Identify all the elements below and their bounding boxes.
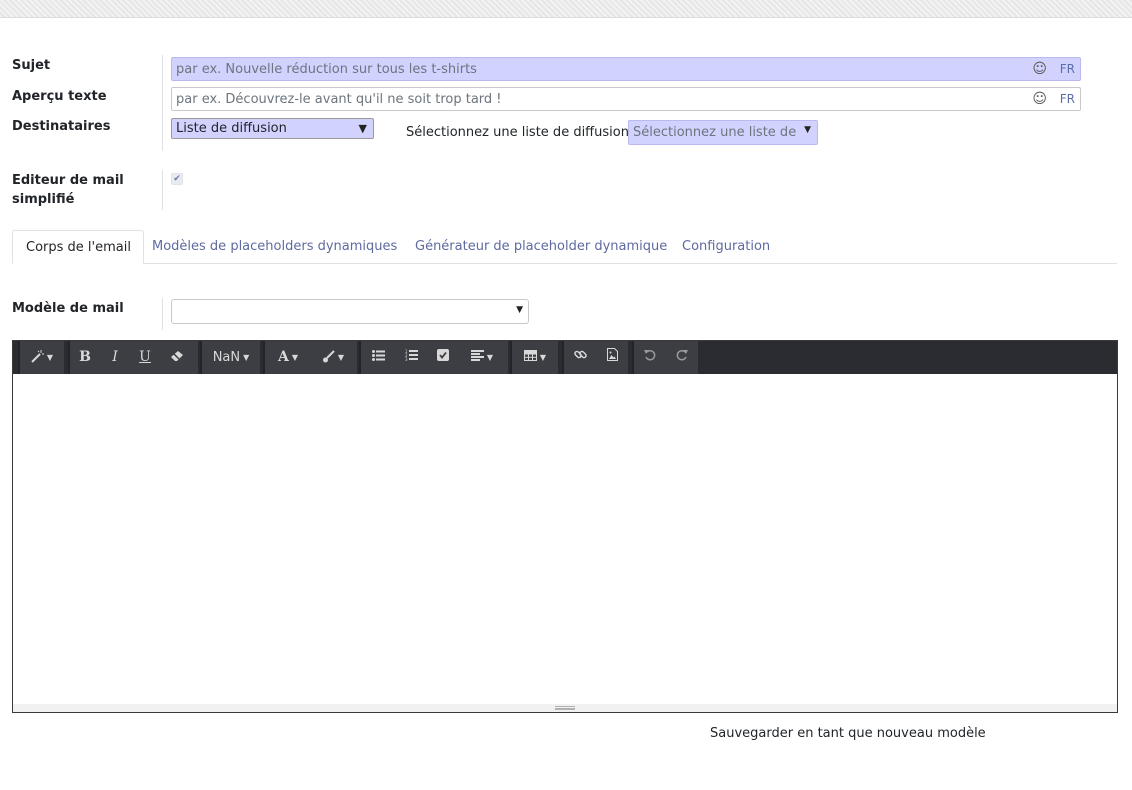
simple-editor-label-line2: simplifié: [12, 192, 75, 207]
preview-lang-button[interactable]: FR: [1060, 90, 1075, 108]
chevron-down-icon: ▼: [358, 122, 367, 135]
simple-editor-checkbox[interactable]: ✔: [171, 173, 183, 185]
label-separator: [162, 298, 163, 330]
magic-wand-icon[interactable]: ▼: [20, 341, 64, 374]
align-icon[interactable]: ▼: [459, 341, 505, 374]
bold-icon[interactable]: B: [70, 341, 100, 374]
underline-icon[interactable]: U: [130, 341, 160, 374]
font-color-icon[interactable]: A ▼: [265, 341, 311, 374]
preview-text-input[interactable]: par ex. Découvrez-le avant qu'il ne soit…: [171, 87, 1081, 111]
font-size-icon[interactable]: NaN ▼: [202, 341, 260, 374]
toolbar-group-history: [632, 341, 698, 374]
recipients-select[interactable]: Liste de diffusion ▼: [171, 118, 374, 139]
label-separator: [162, 55, 163, 151]
mailing-list-input[interactable]: Sélectionnez une liste de diffusion ▼: [628, 120, 818, 145]
svg-text:3: 3: [405, 357, 408, 361]
subject-input[interactable]: par ex. Nouvelle réduction sur tous les …: [171, 57, 1081, 81]
toolbar-group-color: A ▼ ▼: [263, 341, 357, 374]
save-as-template-link[interactable]: Sauvegarder en tant que nouveau modèle: [710, 725, 986, 742]
font-color-glyph: A: [277, 349, 289, 365]
preview-placeholder: par ex. Découvrez-le avant qu'il ne soit…: [176, 92, 502, 107]
top-ribbon: [0, 0, 1132, 18]
toolbar-group-size: NaN ▼: [200, 341, 260, 374]
mail-template-label: Modèle de mail: [12, 301, 124, 316]
tab-dynamic-placeholder-templates[interactable]: Modèles de placeholders dynamiques: [139, 230, 409, 263]
mail-template-select[interactable]: ▼: [171, 299, 529, 324]
toolbar-group-insert: [562, 341, 628, 374]
label-separator: [162, 170, 163, 210]
preview-label: Aperçu texte: [12, 89, 107, 104]
numbered-list-icon[interactable]: 123: [395, 341, 427, 374]
toolbar-group-paragraph: 123 ▼: [359, 341, 508, 374]
toolbar-group-font: B I U: [68, 341, 198, 374]
editor-resize-handle[interactable]: [13, 704, 1117, 712]
undo-icon[interactable]: [634, 341, 666, 374]
grip-icon[interactable]: [555, 706, 575, 710]
mailing-list-label: Sélectionnez une liste de diffusion: [406, 125, 629, 140]
toolbar-group-table: ▼: [510, 341, 558, 374]
checklist-icon[interactable]: [427, 341, 459, 374]
simple-editor-label-line1: Editeur de mail: [12, 173, 124, 188]
subject-label: Sujet: [12, 58, 51, 73]
recipients-label: Destinataires: [12, 119, 111, 134]
html-editor: ▼ B I U NaN ▼ A ▼ ▼ 123 ▼ ▼: [12, 340, 1118, 713]
table-icon[interactable]: ▼: [512, 341, 558, 374]
editor-toolbar: ▼ B I U NaN ▼ A ▼ ▼ 123 ▼ ▼: [13, 341, 1117, 374]
font-size-value: NaN: [212, 350, 241, 365]
italic-icon[interactable]: I: [100, 341, 130, 374]
notebook-tabs: Corps de l'email Modèles de placeholders…: [12, 230, 1117, 264]
email-body-editor[interactable]: [13, 374, 1117, 704]
mailing-list-placeholder: Sélectionnez une liste de diffusion: [633, 125, 801, 140]
subject-placeholder: par ex. Nouvelle réduction sur tous les …: [176, 62, 477, 77]
subject-lang-button[interactable]: FR: [1060, 60, 1075, 78]
recipients-selected-value: Liste de diffusion: [176, 121, 287, 136]
emoji-icon[interactable]: ☺: [1032, 90, 1047, 108]
redo-icon[interactable]: [666, 341, 698, 374]
image-icon[interactable]: [596, 341, 628, 374]
emoji-icon[interactable]: ☺: [1032, 60, 1047, 78]
brush-icon[interactable]: ▼: [311, 341, 355, 374]
caret-down-icon[interactable]: ▼: [804, 125, 811, 135]
eraser-icon[interactable]: [160, 341, 194, 374]
link-icon[interactable]: [564, 341, 596, 374]
tab-dynamic-placeholder-generator[interactable]: Générateur de placeholder dynamique: [402, 230, 679, 263]
bullet-list-icon[interactable]: [361, 341, 395, 374]
tab-configuration[interactable]: Configuration: [669, 230, 782, 263]
simple-editor-label: Editeur de mail simplifié: [12, 171, 124, 209]
toolbar-group-style: ▼: [18, 341, 64, 374]
caret-down-icon: ▼: [516, 305, 523, 315]
tab-email-body[interactable]: Corps de l'email: [12, 230, 144, 264]
